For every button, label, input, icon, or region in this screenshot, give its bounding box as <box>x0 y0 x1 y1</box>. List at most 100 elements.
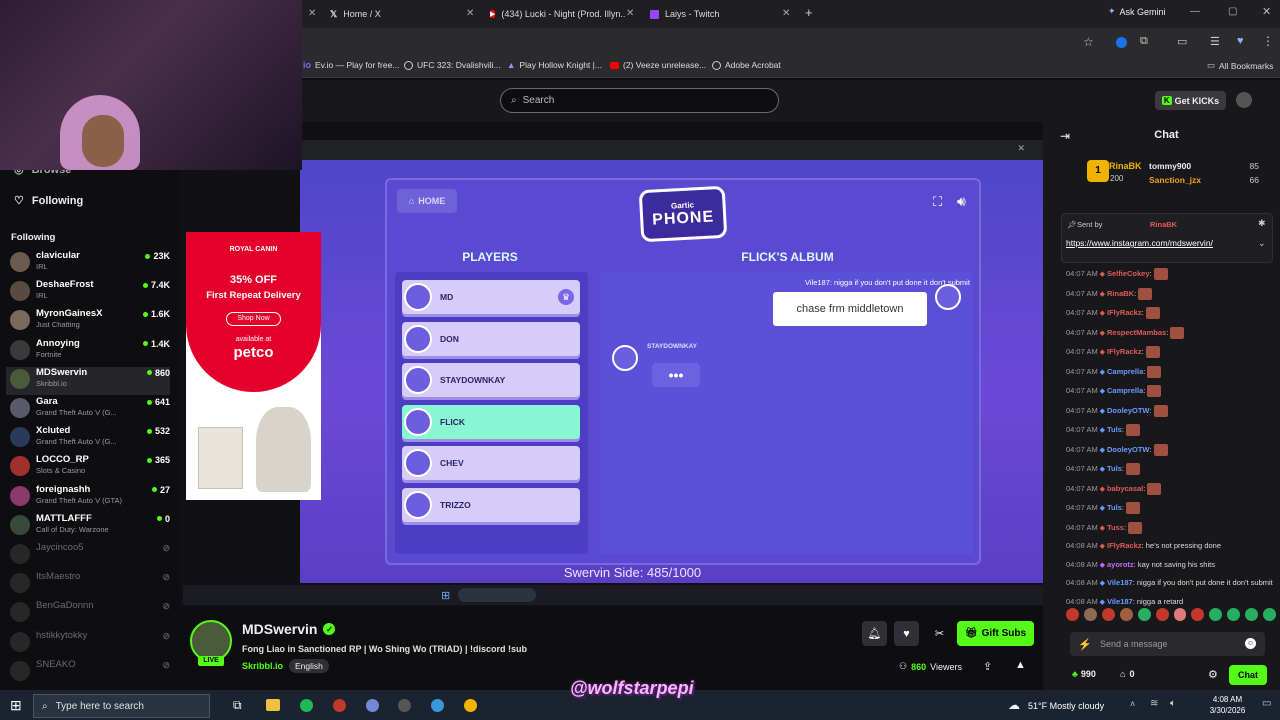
chat-username[interactable]: SelfieCokey <box>1107 269 1150 278</box>
gift-subs-button[interactable]: 🎁︎ Gift Subs <box>957 621 1034 646</box>
chat-message[interactable]: 04:07 AM ◆ Tuss: <box>1066 521 1278 534</box>
tray-chevron-icon[interactable]: ˄ <box>1130 699 1135 709</box>
speaker-icon[interactable]: 🔊︎ <box>957 193 966 210</box>
chat-username[interactable]: Tuls <box>1107 503 1122 512</box>
chat-message[interactable]: 04:08 AM ◆ IFlyRackz: he's not pressing … <box>1066 541 1278 552</box>
puzzle-extension-icon[interactable]: ⧉ <box>1140 35 1148 48</box>
weather-text[interactable]: 51°F Mostly cloudy <box>1028 701 1104 711</box>
chat-username[interactable]: IFlyRackz <box>1107 541 1142 550</box>
volume-icon[interactable]: 🔈︎ <box>1170 698 1176 709</box>
sidebar-channel[interactable]: clavicular IRL 23K <box>10 250 170 278</box>
sidebar-channel[interactable]: ItsMaestro ⊘ <box>10 571 170 599</box>
chat-message[interactable]: 04:07 AM ◆ Tuls: <box>1066 502 1278 514</box>
app-icon[interactable] <box>431 699 444 712</box>
bookmark-item[interactable]: Adobe Acrobat <box>712 60 781 70</box>
sidebar-channel[interactable]: hstikkytokky ⊘ <box>10 630 170 658</box>
clip-button[interactable]: ✂ <box>927 621 952 646</box>
close-tab-icon[interactable]: ✕ <box>466 8 474 19</box>
ask-gemini-button[interactable]: ✦ Ask Gemini <box>1108 6 1166 17</box>
emote-icon[interactable] <box>1137 608 1151 621</box>
sidebar-channel[interactable]: Jaycincoo5 ⊘ <box>10 542 170 570</box>
chat-message[interactable]: 04:07 AM ◆ RinaBK: <box>1066 287 1278 300</box>
sidebar-channel[interactable]: MATTLAFFF Call of Duty: Warzone 0 <box>10 513 170 541</box>
get-kicks-button[interactable]: K Get KICKs <box>1155 91 1226 110</box>
sidebar-channel[interactable]: MyronGainesX Just Chatting 1.6K <box>10 308 170 336</box>
chat-message[interactable]: 04:07 AM ◆ Camprella: <box>1066 385 1278 397</box>
chat-username[interactable]: Tuls <box>1107 425 1122 434</box>
emote-icon[interactable] <box>1263 608 1277 621</box>
leaderboard-top-name[interactable]: RinaBK <box>1109 161 1142 171</box>
shop-now-button[interactable]: Shop Now <box>226 312 281 326</box>
bookmark-item[interactable]: UFC 323: Dvalishvili... <box>404 60 501 70</box>
emote-icon[interactable] <box>1083 608 1097 621</box>
all-bookmarks[interactable]: ▭ All Bookmarks <box>1207 60 1273 71</box>
chat-message[interactable]: 04:07 AM ◆ DooleyOTW: <box>1066 404 1278 417</box>
chat-message[interactable]: 04:08 AM ◆ ayorotz: kay not saving his s… <box>1066 560 1278 571</box>
leaderboard-entry[interactable]: Sanction_jzx 66 <box>1149 175 1259 185</box>
chat-message[interactable]: 04:07 AM ◆ Tuls: <box>1066 424 1278 436</box>
taskbar-search-input[interactable]: ⌕ Type here to search <box>33 694 210 718</box>
star-bookmark-icon[interactable]: ☆ <box>1083 35 1094 49</box>
fullscreen-icon[interactable]: ⛶ <box>933 194 942 210</box>
maximize-icon[interactable]: ▢ <box>1228 6 1237 17</box>
chat-settings-icon[interactable]: ⚙ <box>1208 668 1218 681</box>
chat-username[interactable]: Camprella <box>1107 366 1143 375</box>
report-icon[interactable]: ▲ <box>1015 659 1026 671</box>
follow-button[interactable]: ♥ <box>894 621 919 646</box>
cast-icon[interactable]: ▭ <box>1177 35 1187 48</box>
language-tag[interactable]: English <box>289 659 329 673</box>
home-button[interactable]: ⌂ HOME <box>397 189 457 213</box>
leaderboard-entry[interactable]: tommy900 85 <box>1149 161 1259 171</box>
chat-message-input[interactable]: Send a message <box>1070 632 1265 656</box>
extension-icon[interactable] <box>1116 37 1127 48</box>
notification-button[interactable]: 🔔︎ <box>862 621 887 646</box>
chat-message[interactable]: 04:07 AM ◆ RespectMambas: <box>1066 326 1278 339</box>
sidebar-icon[interactable]: ☰ <box>1210 35 1220 48</box>
minimize-icon[interactable]: — <box>1190 6 1200 17</box>
app-icon[interactable] <box>333 699 346 712</box>
emote-icon[interactable] <box>1155 608 1169 621</box>
emoji-icon[interactable]: ☺ <box>1245 638 1256 649</box>
bookmark-item[interactable]: ▲ Play Hollow Knight |... <box>507 60 602 70</box>
chevron-down-icon[interactable]: ⌄ <box>1258 238 1266 249</box>
emote-icon[interactable] <box>1227 608 1241 621</box>
sidebar-channel[interactable]: LOCCO_RP Slots & Casino 365 <box>10 454 170 482</box>
file-explorer-icon[interactable] <box>266 699 280 711</box>
chat-username[interactable]: Tuls <box>1107 464 1122 473</box>
emote-icon[interactable] <box>1173 608 1187 621</box>
tab-youtube[interactable]: ▶ (434) Lucki - Night (Prod. Illyn... <box>490 4 625 24</box>
streamer-name-row[interactable]: MDSwervin ✓ <box>242 621 336 637</box>
chat-username[interactable]: RinaBK <box>1107 288 1134 297</box>
bookmark-item[interactable]: io Ev.io — Play for free... <box>303 60 399 70</box>
player-row[interactable]: STAYDOWNKAY <box>402 363 580 397</box>
app-icon[interactable] <box>398 699 411 712</box>
emote-icon[interactable] <box>1066 608 1079 621</box>
chat-username[interactable]: DooleyOTW <box>1107 444 1150 453</box>
discord-icon[interactable] <box>366 699 379 712</box>
bookmark-item[interactable]: (2) Veeze unrelease... <box>610 60 706 70</box>
emote-icon[interactable] <box>1119 608 1133 621</box>
windows-start-icon[interactable]: ⊞ <box>10 697 22 714</box>
wifi-icon[interactable]: ≋ <box>1150 698 1158 709</box>
chat-username[interactable]: RespectMambas <box>1107 327 1166 336</box>
chat-username[interactable]: DooleyOTW <box>1107 405 1150 414</box>
pinned-by-user[interactable]: RinaBK <box>1150 220 1177 229</box>
task-view-icon[interactable]: ⧉ <box>233 698 242 713</box>
chat-message[interactable]: 04:07 AM ◆ babycasal: <box>1066 482 1278 495</box>
close-tab-icon[interactable]: ✕ <box>626 8 634 19</box>
chat-message[interactable]: 04:07 AM ◆ IFlyRackz: <box>1066 307 1278 319</box>
chat-counter[interactable]: ⌂ 0 <box>1120 669 1134 679</box>
close-window-icon[interactable]: ✕ <box>1262 5 1271 18</box>
close-tab-icon[interactable]: ✕ <box>782 8 790 19</box>
menu-dots-icon[interactable]: ⋮ <box>1262 34 1274 48</box>
chat-message[interactable]: 04:08 AM ◆ Vile187: nigga a retard <box>1066 597 1278 608</box>
player-row[interactable]: MD ♛ <box>402 280 580 314</box>
chat-message[interactable]: 04:07 AM ◆ Tuls: <box>1066 463 1278 475</box>
chat-username[interactable]: Tuss <box>1107 522 1124 531</box>
spotify-icon[interactable] <box>300 699 313 712</box>
emote-icon[interactable] <box>1245 608 1259 621</box>
chat-message[interactable]: 04:07 AM ◆ IFlyRackz: <box>1066 346 1278 358</box>
tab-x[interactable]: 𝕏 Home / X <box>330 4 480 24</box>
notification-icon[interactable]: ▭ <box>1262 698 1271 709</box>
chat-username[interactable]: ayorotz <box>1107 560 1134 569</box>
